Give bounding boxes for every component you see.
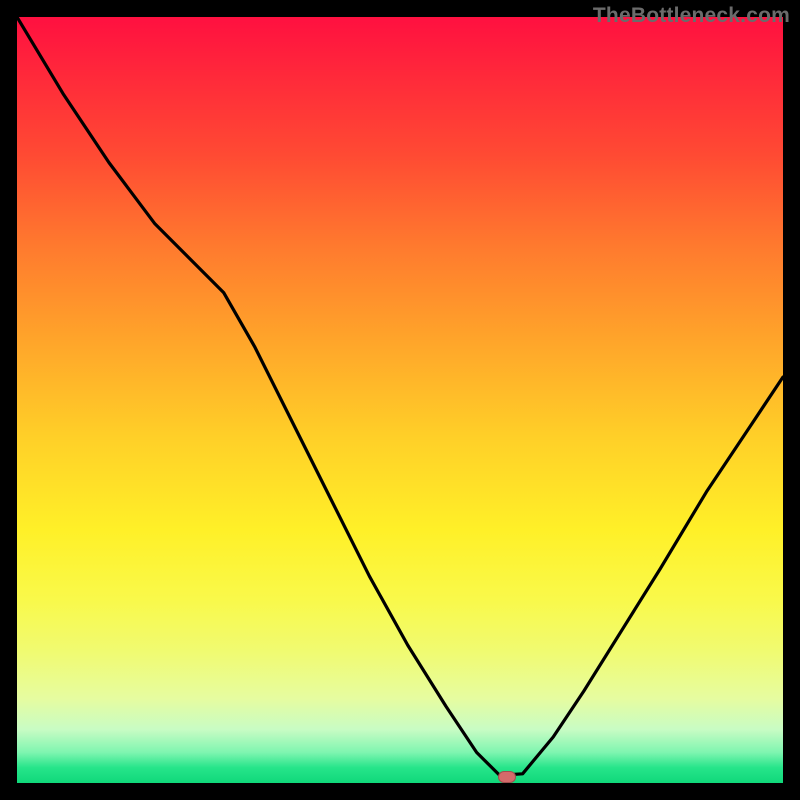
watermark-text: TheBottleneck.com bbox=[593, 4, 790, 28]
plot-area bbox=[17, 17, 783, 783]
bottleneck-curve bbox=[17, 17, 783, 783]
chart-frame: TheBottleneck.com bbox=[0, 0, 800, 800]
optimal-marker bbox=[498, 771, 516, 783]
